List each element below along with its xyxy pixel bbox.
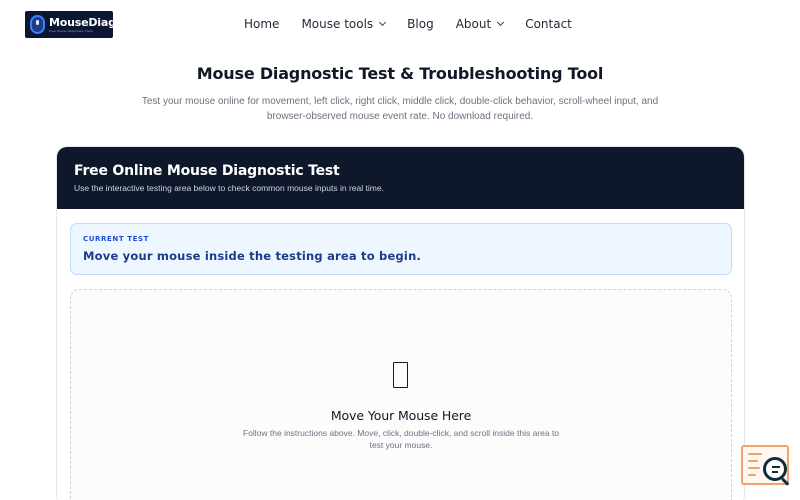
current-test-label: CURRENT TEST: [83, 235, 150, 243]
nav-item-label: Contact: [525, 17, 572, 31]
main-nav: Home Mouse tools Blog About Contact: [244, 17, 572, 31]
floating-search-console-button[interactable]: [741, 445, 791, 487]
page-subtitle: Test your mouse online for movement, lef…: [141, 96, 659, 122]
diagnostic-card: Free Online Mouse Diagnostic Test Use th…: [56, 146, 745, 500]
card-title: Free Online Mouse Diagnostic Test: [74, 163, 340, 179]
mouse-logo-icon: [30, 15, 45, 34]
nav-item-home[interactable]: Home: [244, 17, 279, 31]
nav-item-blog[interactable]: Blog: [407, 17, 434, 31]
chevron-down-icon: [497, 18, 505, 26]
mouse-testing-area[interactable]: Move Your Mouse Here Follow the instruct…: [70, 289, 732, 500]
nav-item-mouse-tools[interactable]: Mouse tools: [301, 17, 387, 31]
nav-item-about[interactable]: About: [455, 17, 505, 31]
card-description: Use the interactive testing area below t…: [74, 183, 384, 193]
chevron-down-icon: [379, 18, 387, 26]
current-test-panel: CURRENT TEST Move your mouse inside the …: [70, 223, 732, 275]
site-header: MouseDiag Free Mouse Diagnostic Tools Ho…: [0, 0, 800, 50]
testing-area-instructions: Follow the instructions above. Move, cli…: [242, 428, 560, 450]
site-logo[interactable]: MouseDiag Free Mouse Diagnostic Tools: [25, 11, 116, 38]
page-title: Mouse Diagnostic Test & Troubleshooting …: [196, 64, 604, 83]
mouse-icon: [393, 362, 408, 388]
nav-item-label: Home: [244, 17, 280, 31]
logo-text-group: MouseDiag Free Mouse Diagnostic Tools: [49, 17, 116, 33]
nav-item-label: About: [455, 17, 492, 31]
logo-tagline: Free Mouse Diagnostic Tools: [49, 28, 94, 33]
card-header: Free Online Mouse Diagnostic Test Use th…: [57, 147, 744, 209]
current-test-instruction: Move your mouse inside the testing area …: [83, 249, 422, 263]
nav-item-label: Mouse tools: [301, 17, 374, 31]
logo-text: MouseDiag: [49, 15, 116, 29]
nav-item-label: Blog: [407, 17, 434, 31]
nav-item-contact[interactable]: Contact: [525, 17, 572, 31]
testing-area-title: Move Your Mouse Here: [330, 408, 472, 423]
